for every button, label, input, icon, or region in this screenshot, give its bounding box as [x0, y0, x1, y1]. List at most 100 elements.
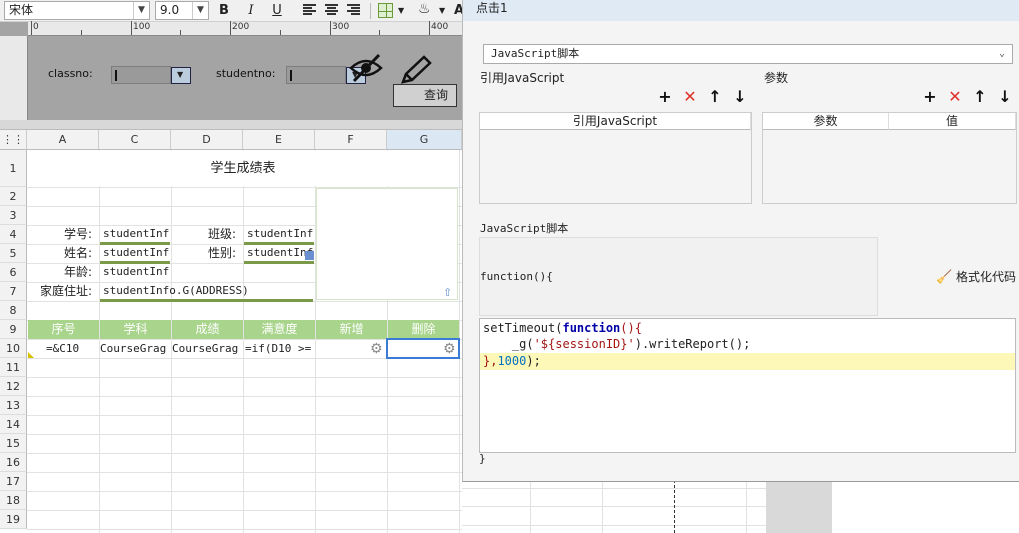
report-grid: ⋮⋮ A C D E F G 1 2 3 4 5 6 7 8 9 10 11 1…	[0, 130, 462, 533]
label-address: 家庭住址:	[39, 284, 92, 298]
code-line-1: setTimeout(function(){	[483, 320, 642, 336]
align-left-icon[interactable]	[303, 4, 316, 16]
underline-button[interactable]: U	[268, 2, 286, 20]
splitter[interactable]	[0, 120, 462, 130]
field-student-no[interactable]: studentInf	[100, 225, 170, 245]
script-type-select[interactable]: JavaScript脚本 ⌄	[483, 44, 1013, 64]
font-size-select[interactable]: 9.0 ▼	[155, 1, 209, 20]
chevron-down-icon: ▼	[133, 2, 149, 19]
params-table[interactable]: 参数 值	[762, 112, 1017, 204]
row-header[interactable]: 5	[0, 244, 27, 263]
row-header[interactable]: 14	[0, 415, 27, 434]
js-script-section-title: JavaScript脚本	[480, 222, 569, 235]
classno-input[interactable]	[111, 66, 171, 84]
column-header-f[interactable]: F	[315, 130, 387, 150]
add-icon[interactable]: +	[657, 89, 673, 105]
add-icon[interactable]: +	[922, 89, 938, 105]
field-gender[interactable]: studentInf	[244, 244, 314, 264]
gridline	[243, 150, 244, 533]
arrow-up-icon[interactable]: ↑	[972, 89, 988, 105]
arrow-down-icon[interactable]: ↓	[997, 89, 1013, 105]
row-header[interactable]: 9	[0, 320, 27, 339]
bold-button[interactable]: B	[215, 2, 233, 20]
cell-a10[interactable]: =&C10	[46, 340, 98, 357]
function-closing-brace: }	[479, 452, 486, 465]
row-header[interactable]: 17	[0, 472, 27, 491]
code-token: (){	[620, 321, 642, 335]
row-header[interactable]: 4	[0, 225, 27, 244]
report-title[interactable]: 学生成绩表	[28, 151, 458, 186]
merged-cell[interactable]	[316, 188, 458, 300]
format-code-button[interactable]: 🧹 格式化代码	[936, 268, 1016, 285]
arrow-down-icon[interactable]: ↓	[732, 89, 748, 105]
header-satisfaction[interactable]: 满意度	[244, 320, 315, 339]
header-delete[interactable]: 删除	[388, 320, 459, 339]
row-header[interactable]: 12	[0, 377, 27, 396]
hidden-eye-icon[interactable]	[348, 52, 384, 84]
row-header[interactable]: 19	[0, 510, 27, 529]
code-token: },	[483, 354, 498, 368]
dialog-title: 点击1	[463, 0, 1019, 21]
field-age[interactable]: studentInf	[100, 263, 170, 280]
chevron-down-icon[interactable]: ▼	[439, 6, 445, 15]
row-header[interactable]: 13	[0, 396, 27, 415]
row-header[interactable]: 8	[0, 301, 27, 320]
column-header-c[interactable]: C	[99, 130, 171, 150]
align-center-icon[interactable]	[325, 4, 338, 16]
row-header[interactable]: 15	[0, 434, 27, 453]
script-type-value: JavaScript脚本	[491, 47, 580, 60]
field-name[interactable]: studentInf	[100, 244, 170, 264]
ruler-label: 200	[232, 22, 250, 32]
edit-pencil-icon[interactable]	[397, 54, 433, 88]
studentno-label: studentno:	[216, 67, 276, 80]
ref-js-section-title: 引用JavaScript	[480, 71, 565, 85]
params-section-title: 参数	[764, 71, 789, 85]
chevron-down-icon[interactable]: ▼	[398, 6, 404, 15]
chevron-down-icon: ⌄	[998, 48, 1006, 59]
arrow-up-icon[interactable]: ↑	[707, 89, 723, 105]
row-header[interactable]: 18	[0, 491, 27, 510]
row-header[interactable]: 3	[0, 206, 27, 225]
font-name-select[interactable]: 宋体 ▼	[4, 1, 150, 20]
select-all-corner[interactable]: ⋮⋮	[0, 130, 27, 150]
align-right-icon[interactable]	[347, 4, 360, 16]
delete-icon[interactable]: ✕	[947, 89, 963, 105]
row-header[interactable]: 7	[0, 282, 27, 301]
row-header[interactable]: 10	[0, 339, 27, 358]
header-index[interactable]: 序号	[28, 320, 99, 339]
row-header[interactable]: 11	[0, 358, 27, 377]
field-address[interactable]: studentInfo.G(ADDRESS)	[100, 282, 313, 302]
cell-d10[interactable]: CourseGrag	[172, 340, 242, 357]
format-toolbar: 宋体 ▼ 9.0 ▼ B I U ▼ ♨ ▼ A	[0, 0, 464, 22]
row-header[interactable]: 2	[0, 187, 27, 206]
upload-icon: ⇧	[443, 286, 453, 299]
column-header-e[interactable]: E	[243, 130, 315, 150]
gear-icon[interactable]: ⚙	[370, 341, 383, 357]
param-column-header[interactable]: 参数	[763, 113, 889, 130]
column-header-d[interactable]: D	[171, 130, 243, 150]
border-icon[interactable]	[378, 3, 393, 18]
header-subject[interactable]: 学科	[100, 320, 171, 339]
italic-button[interactable]: I	[242, 2, 260, 20]
studentno-input[interactable]	[286, 66, 346, 84]
field-class[interactable]: studentInf	[244, 225, 314, 245]
cell-c10[interactable]: CourseGrag	[100, 340, 170, 357]
gear-icon[interactable]: ⚙	[443, 341, 456, 357]
cell-e10[interactable]: =if(D10	[245, 340, 295, 357]
column-header-a[interactable]: A	[27, 130, 99, 150]
row-header[interactable]: 16	[0, 453, 27, 472]
paint-bucket-icon[interactable]: ♨	[418, 1, 431, 17]
header-score[interactable]: 成绩	[172, 320, 243, 339]
row-header[interactable]: 1	[0, 150, 27, 187]
value-column-header[interactable]: 值	[889, 113, 1016, 130]
code-number: 1000	[497, 354, 527, 368]
delete-icon[interactable]: ✕	[682, 89, 698, 105]
classno-dropdown[interactable]: ▼	[171, 67, 191, 84]
row-header[interactable]: 6	[0, 263, 27, 282]
column-header-g[interactable]: G	[387, 130, 462, 150]
code-editor[interactable]: setTimeout(function(){ _g('${sessionID}'…	[479, 318, 1016, 453]
ref-js-column-header[interactable]: 引用JavaScript	[480, 113, 751, 130]
toolbar-divider	[370, 3, 371, 19]
ref-js-table[interactable]: 引用JavaScript	[479, 112, 752, 204]
header-add[interactable]: 新增	[316, 320, 387, 339]
